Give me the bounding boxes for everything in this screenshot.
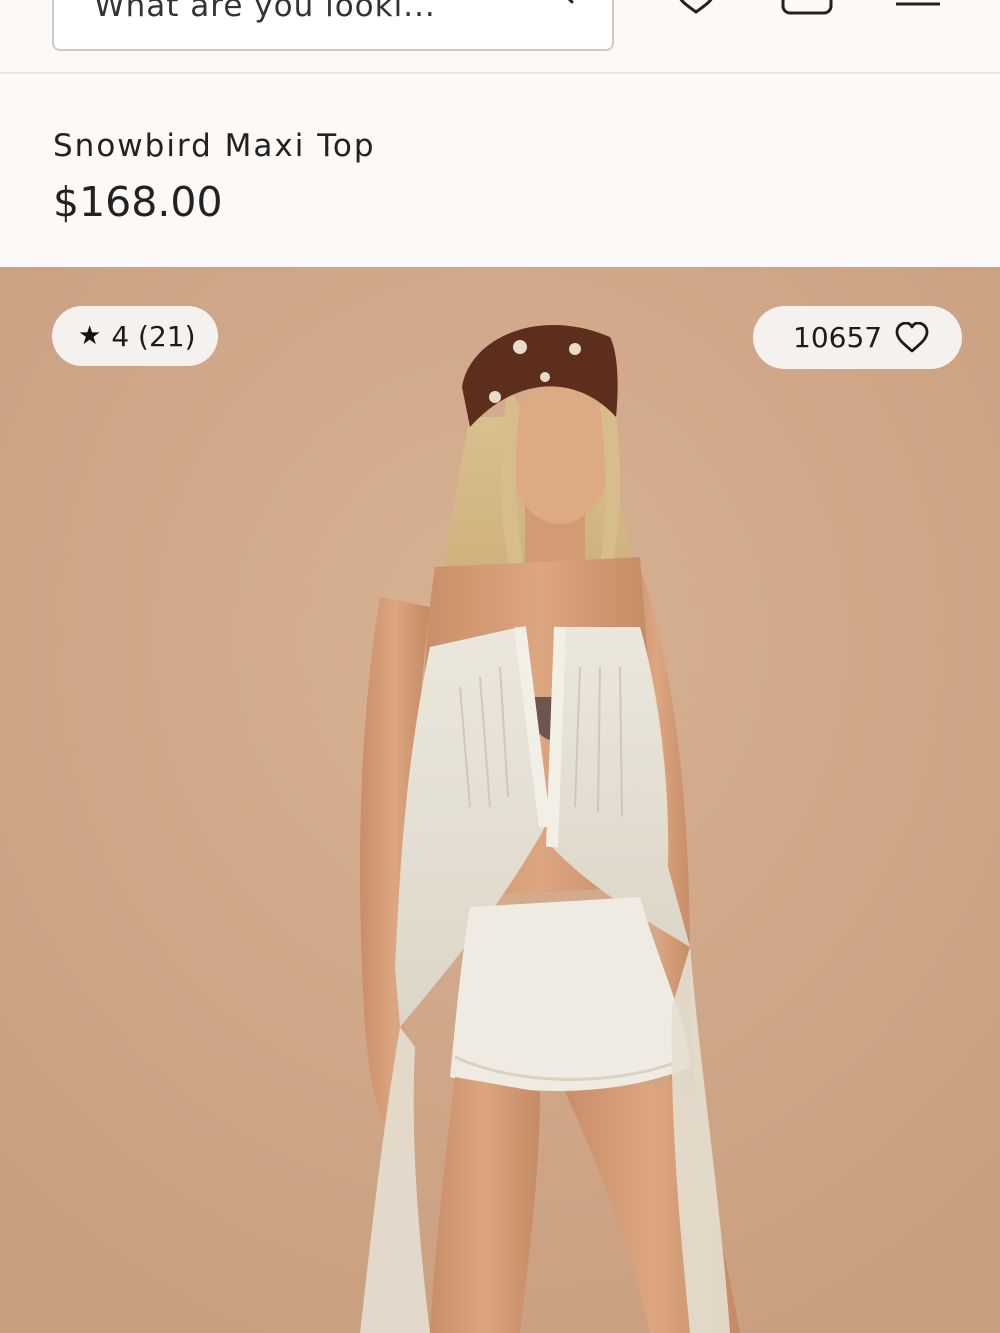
heart-icon (895, 321, 929, 352)
rating-badge[interactable]: ★ 4 (21) (52, 306, 218, 366)
favorite-button[interactable]: 10657 (753, 306, 962, 369)
product-image[interactable]: ★ 4 (21) 10657 (0, 267, 1000, 1333)
product-title: Snowbird Maxi Top (53, 128, 376, 164)
search-icon[interactable] (528, 0, 578, 6)
star-icon: ★ (78, 321, 102, 351)
favorites-count: 10657 (793, 321, 883, 354)
rating-text: 4 (21) (111, 319, 196, 353)
model-photo (0, 267, 1000, 1333)
bag-icon[interactable] (780, 0, 834, 16)
search-placeholder: What are you looki... (94, 0, 436, 24)
top-header: What are you looki... (0, 0, 1000, 74)
search-input[interactable]: What are you looki... (52, 0, 614, 51)
product-price: $168.00 (53, 178, 223, 226)
product-info: Snowbird Maxi Top $168.00 (0, 76, 1000, 267)
menu-icon[interactable] (896, 0, 940, 8)
heart-icon[interactable] (674, 0, 718, 14)
